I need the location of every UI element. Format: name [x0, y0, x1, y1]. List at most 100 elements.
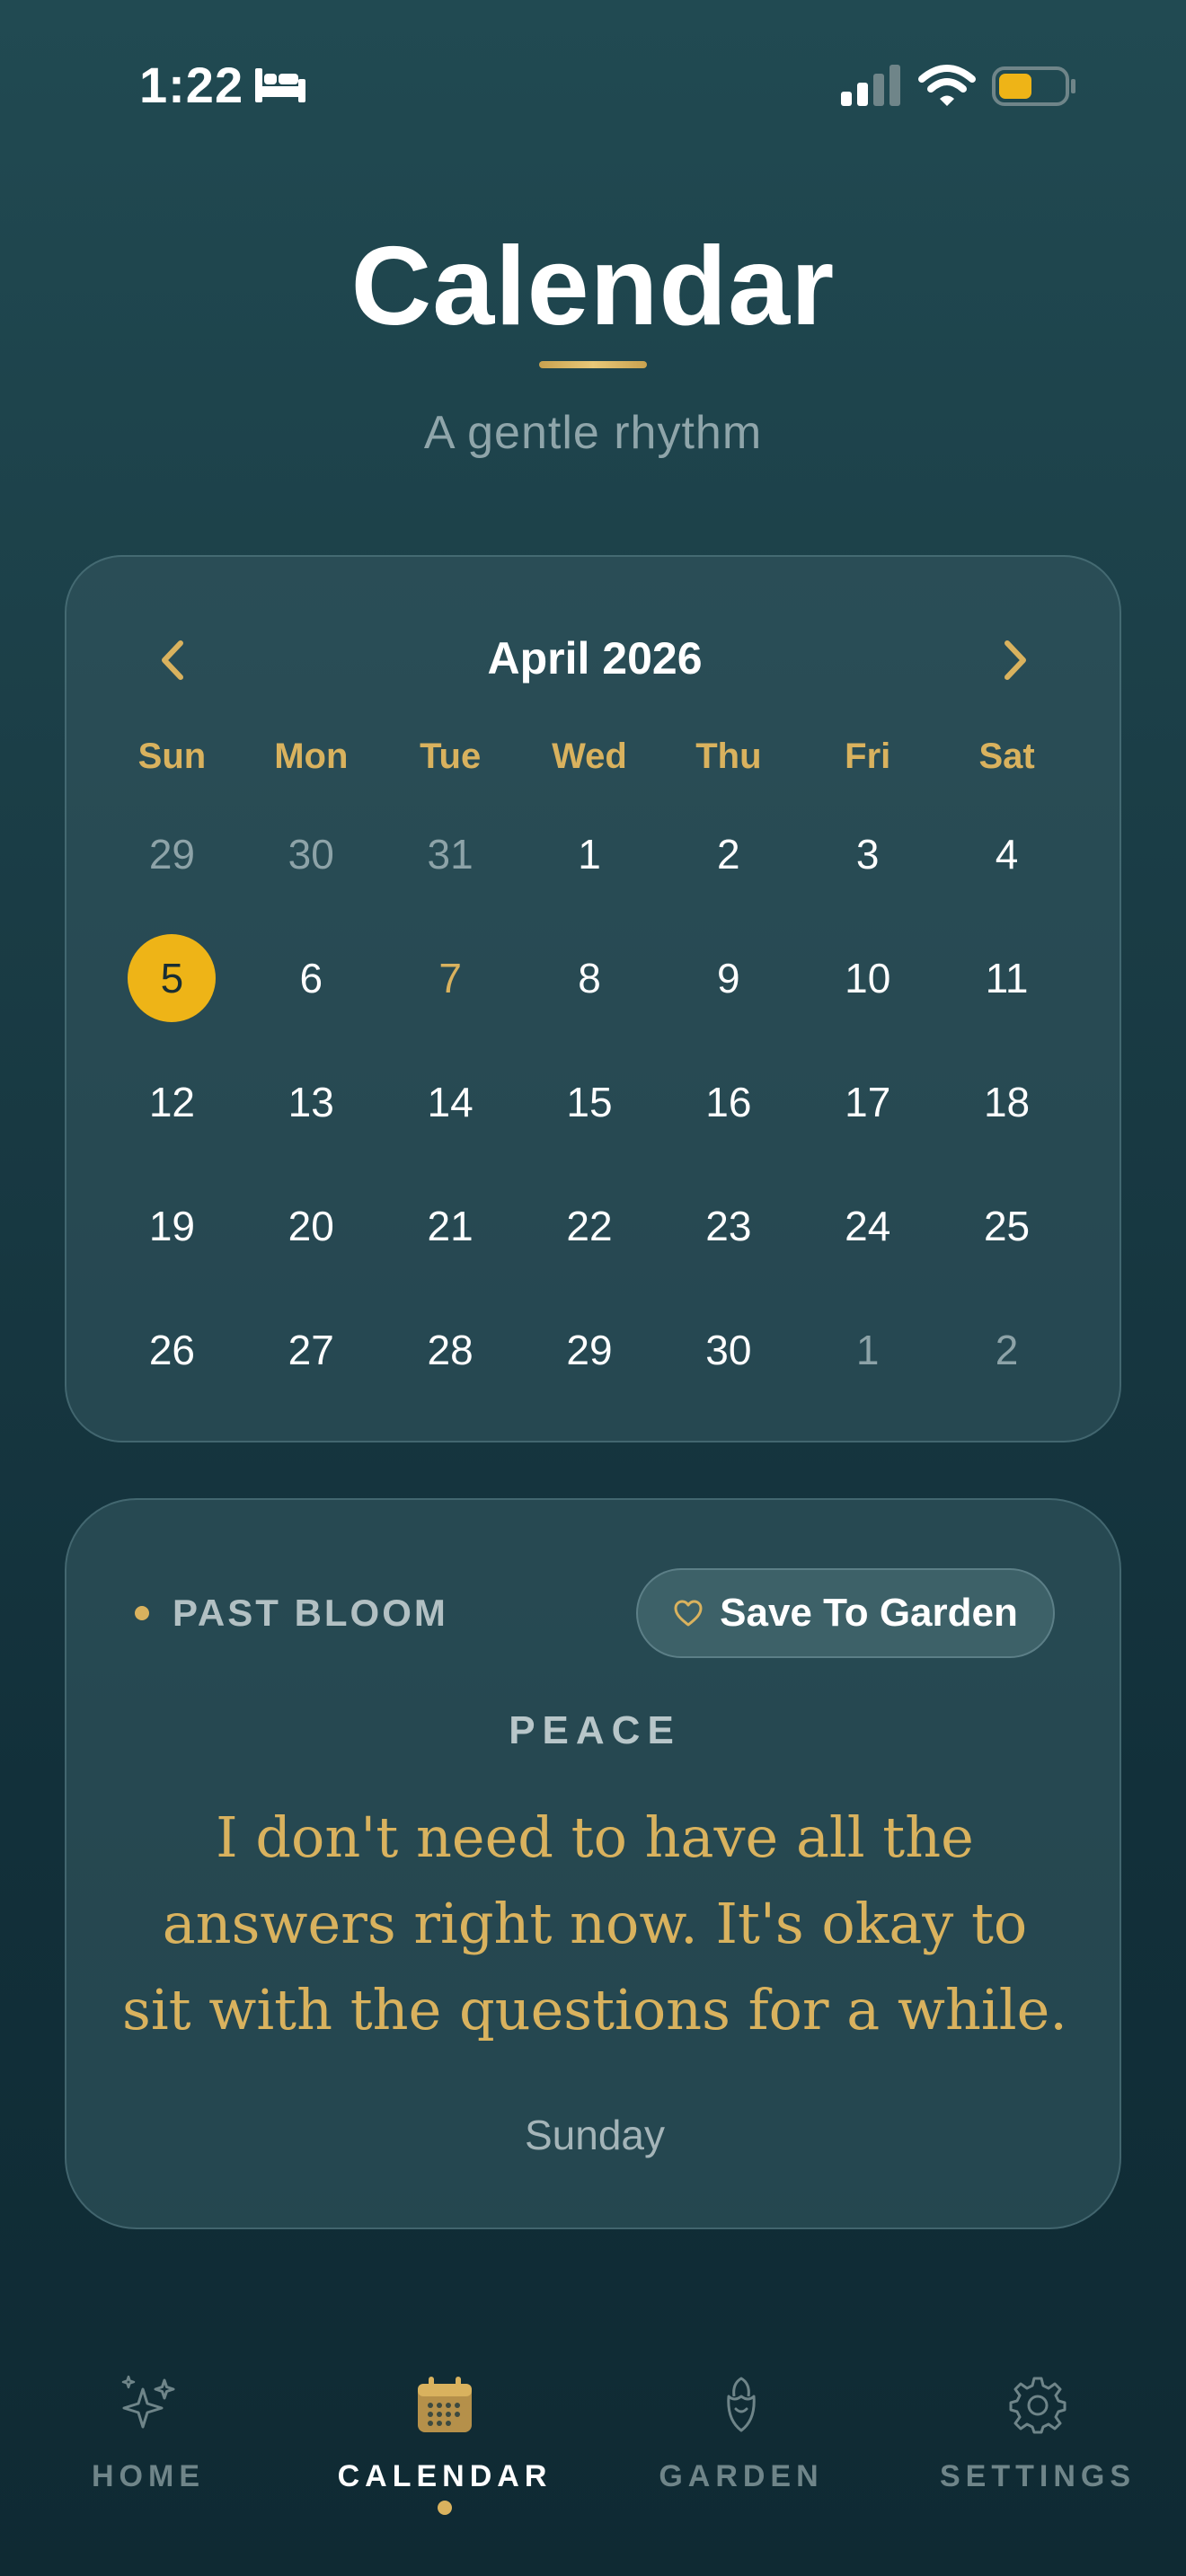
calendar-day-number: 6 [299, 955, 323, 1001]
calendar-day-number: 30 [705, 1327, 752, 1373]
calendar-day-cell[interactable]: 20 [242, 1164, 381, 1288]
calendar-day-number: 29 [148, 831, 195, 878]
calendar-day-number: 11 [985, 955, 1029, 1001]
calendar-day-number: 19 [148, 1203, 195, 1249]
calendar-day-number: 3 [855, 831, 880, 878]
weekday-label-mon: Mon [274, 737, 349, 776]
weekday-label-sat: Sat [978, 737, 1035, 776]
calendar-day-cell[interactable]: 24 [798, 1164, 937, 1288]
calendar-day-number: 10 [845, 955, 891, 1001]
calendar-day-number: 27 [288, 1327, 334, 1373]
calendar-day-cell[interactable]: 17 [798, 1040, 937, 1164]
calendar-day-number: 18 [983, 1079, 1031, 1125]
nav-item-settings[interactable]: SETTINGS [890, 2353, 1186, 2497]
calendar-day-number: 29 [566, 1327, 613, 1373]
calendar-day-cell[interactable]: 8 [520, 916, 659, 1040]
calendar-day-number: 13 [288, 1079, 334, 1125]
calendar-day-cell[interactable]: 30 [659, 1288, 798, 1412]
nav-label-calendar: CALENDAR [337, 2459, 553, 2493]
calendar-day-number: 2 [995, 1327, 1019, 1373]
page-subtitle: A gentle rhythm [423, 407, 763, 459]
calendar-day-number: 1 [578, 831, 601, 878]
heart-icon [674, 1600, 703, 1627]
nav-label-home: HOME [92, 2459, 205, 2493]
bloom-quote: I don't need to have all the answers rig… [122, 1804, 1067, 2042]
status-bar: 1:22 [0, 0, 1186, 171]
active-indicator-dot [438, 2501, 452, 2515]
calendar-day-cell[interactable]: 21 [381, 1164, 520, 1288]
calendar-day-cell[interactable]: 2 [659, 792, 798, 916]
calendar-day-cell[interactable]: 31 [381, 792, 520, 916]
calendar-day-cell[interactable]: 4 [937, 792, 1076, 916]
calendar-day-number: 23 [705, 1203, 752, 1249]
calendar-day-number: 26 [148, 1327, 195, 1373]
calendar-day-cell[interactable]: 3 [798, 792, 937, 916]
calendar-day-number: 31 [427, 831, 474, 878]
calendar-day-cell[interactable]: 14 [381, 1040, 520, 1164]
bloom-label: PAST BLOOM [173, 1592, 448, 1634]
calendar-day-number: 12 [148, 1079, 195, 1125]
next-month-button[interactable] [983, 629, 1046, 692]
calendar-day-cell[interactable]: 23 [659, 1164, 798, 1288]
calendar-day-cell[interactable]: 6 [242, 916, 381, 1040]
month-label: April 2026 [487, 633, 703, 684]
nav-item-garden[interactable]: GARDEN [593, 2353, 890, 2497]
calendar-day-cell[interactable]: 7 [381, 916, 520, 1040]
weekday-label-thu: Thu [695, 737, 762, 776]
nav-item-calendar[interactable]: CALENDAR [296, 2353, 593, 2515]
calendar-day-cell[interactable]: 26 [102, 1288, 242, 1412]
calendar-day-cell[interactable]: 19 [102, 1164, 242, 1288]
save-button-label: Save To Garden [720, 1591, 1018, 1635]
calendar-day-cell[interactable]: 2 [937, 1288, 1076, 1412]
gear-icon [1009, 2377, 1067, 2434]
wifi-icon [918, 65, 976, 106]
calendar-day-cell[interactable]: 22 [520, 1164, 659, 1288]
calendar-day-cell[interactable]: 11 [937, 916, 1076, 1040]
calendar-day-number: 22 [566, 1203, 613, 1249]
calendar-day-number: 25 [983, 1203, 1031, 1249]
bloom-day: Sunday [524, 2112, 665, 2158]
calendar-day-cell[interactable]: 25 [937, 1164, 1076, 1288]
nav-item-home[interactable]: HOME [0, 2353, 296, 2497]
calendar-day-cell[interactable]: 28 [381, 1288, 520, 1412]
calendar-day-cell[interactable]: 29 [102, 792, 242, 916]
page-title: Calendar [350, 225, 836, 348]
calendar-day-cell[interactable]: 18 [937, 1040, 1076, 1164]
calendar-day-number: 8 [578, 955, 601, 1001]
calendar-day-number: 30 [288, 831, 334, 878]
calendar-day-cell[interactable]: 1 [798, 1288, 937, 1412]
calendar-day-number: 17 [845, 1079, 891, 1125]
calendar-day-number: 4 [995, 831, 1019, 878]
calendar-day-cell[interactable]: 27 [242, 1288, 381, 1412]
calendar-day-number: 14 [427, 1079, 474, 1125]
calendar-day-number: 16 [705, 1079, 752, 1125]
calendar-day-number: 9 [717, 955, 740, 1001]
weekday-label-tue: Tue [420, 737, 482, 776]
rose-icon [727, 2377, 756, 2432]
weekday-label-wed: Wed [552, 737, 627, 776]
calendar-day-cell[interactable]: 10 [798, 916, 937, 1040]
calendar-day-cell[interactable]: 12 [102, 1040, 242, 1164]
calendar-day-cell[interactable]: 15 [520, 1040, 659, 1164]
weekday-header-row: Sun Mon Tue Wed Thu Fri Sat [102, 737, 1076, 790]
emotion-label: PEACE [509, 1708, 681, 1752]
calendar-day-number: 28 [427, 1327, 474, 1373]
calendar-day-cell[interactable]: 9 [659, 916, 798, 1040]
calendar-day-cell[interactable]: 29 [520, 1288, 659, 1412]
calendar-day-cell[interactable]: 1 [520, 792, 659, 916]
weekday-label-fri: Fri [845, 737, 891, 776]
calendar-day-cell[interactable]: 30 [242, 792, 381, 916]
calendar-day-number: 21 [427, 1203, 474, 1249]
bloom-card: PAST BLOOM Save To Garden PEACE I don't … [65, 1498, 1121, 2229]
chevron-right-icon [1005, 640, 1026, 680]
calendar-day-cell[interactable]: 16 [659, 1040, 798, 1164]
sparkles-icon [121, 2375, 175, 2429]
title-underline [539, 361, 647, 368]
calendar-day-number: 15 [566, 1079, 613, 1125]
status-time: 1:22 [139, 57, 244, 113]
calendar-day-number: 1 [855, 1327, 880, 1373]
calendar-day-today: 5 [128, 934, 217, 1022]
calendar-day-cell[interactable]: 5 [102, 916, 242, 1040]
save-to-garden-button[interactable]: Save To Garden [636, 1568, 1055, 1658]
calendar-day-cell[interactable]: 13 [242, 1040, 381, 1164]
